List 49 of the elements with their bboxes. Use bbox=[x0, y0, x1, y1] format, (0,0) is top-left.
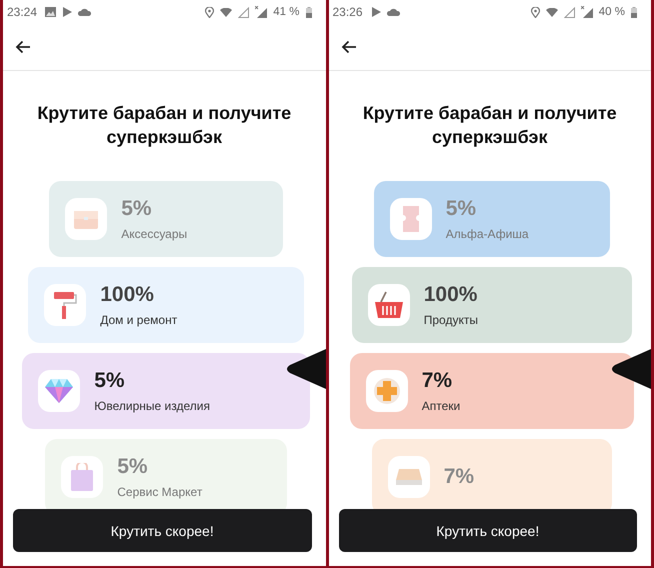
cashback-percent: 5% bbox=[94, 369, 126, 393]
status-time: 23:26 bbox=[332, 5, 363, 19]
cashback-percent: 5% bbox=[446, 197, 478, 221]
spin-button[interactable]: Крутить скорее! bbox=[338, 509, 637, 552]
signal-icon bbox=[255, 6, 268, 18]
category-label: Продукты bbox=[424, 313, 478, 327]
category-icon bbox=[390, 198, 432, 240]
category-label: Аптеки bbox=[422, 399, 460, 413]
wifi-icon bbox=[220, 8, 232, 16]
cloud-icon bbox=[78, 8, 92, 16]
category-label: Дом и ремонт bbox=[100, 313, 178, 327]
category-icon bbox=[368, 284, 410, 326]
cashback-percent: 7% bbox=[422, 369, 454, 393]
category-icon bbox=[44, 284, 86, 326]
cashback-percent: 5% bbox=[121, 197, 153, 221]
play-icon bbox=[62, 7, 72, 17]
cashback-percent: 100% bbox=[100, 283, 155, 307]
cashback-percent: 7% bbox=[444, 465, 474, 489]
cashback-percent: 100% bbox=[424, 283, 478, 307]
category-icon bbox=[38, 370, 80, 412]
status-time: 23:24 bbox=[7, 5, 38, 19]
signal-icon bbox=[564, 6, 575, 18]
spin-button[interactable]: Крутить скорее! bbox=[13, 509, 312, 552]
category-label: Альфа-Афиша bbox=[446, 227, 529, 241]
play-icon bbox=[370, 7, 381, 17]
signal-icon bbox=[580, 6, 593, 18]
image-icon bbox=[45, 7, 56, 17]
category-label: Аксессуары bbox=[121, 227, 188, 241]
battery-icon bbox=[306, 6, 312, 18]
category-icon bbox=[388, 456, 430, 498]
category-icon bbox=[61, 456, 104, 498]
battery-percent: 41 % bbox=[273, 6, 300, 18]
category-icon bbox=[366, 370, 408, 412]
signal-icon bbox=[238, 6, 250, 18]
location-icon bbox=[205, 6, 214, 18]
pointer-icon bbox=[609, 349, 651, 389]
category-label: Ювелирные изделия bbox=[94, 399, 210, 413]
category-label: Сервис Маркет bbox=[117, 485, 202, 499]
location-icon bbox=[530, 6, 540, 18]
back-arrow-icon[interactable] bbox=[15, 40, 31, 54]
page-title: Крутите барабан и получите суперкэшбэк bbox=[36, 102, 292, 149]
battery-percent: 40 % bbox=[598, 6, 625, 18]
cashback-percent: 5% bbox=[117, 455, 149, 479]
back-arrow-icon[interactable] bbox=[340, 40, 356, 54]
category-icon bbox=[65, 198, 108, 240]
page-title: Крутите барабан и получите суперкэшбэк bbox=[362, 102, 618, 149]
cloud-icon bbox=[386, 8, 400, 16]
wifi-icon bbox=[546, 8, 558, 16]
battery-icon bbox=[631, 6, 637, 18]
